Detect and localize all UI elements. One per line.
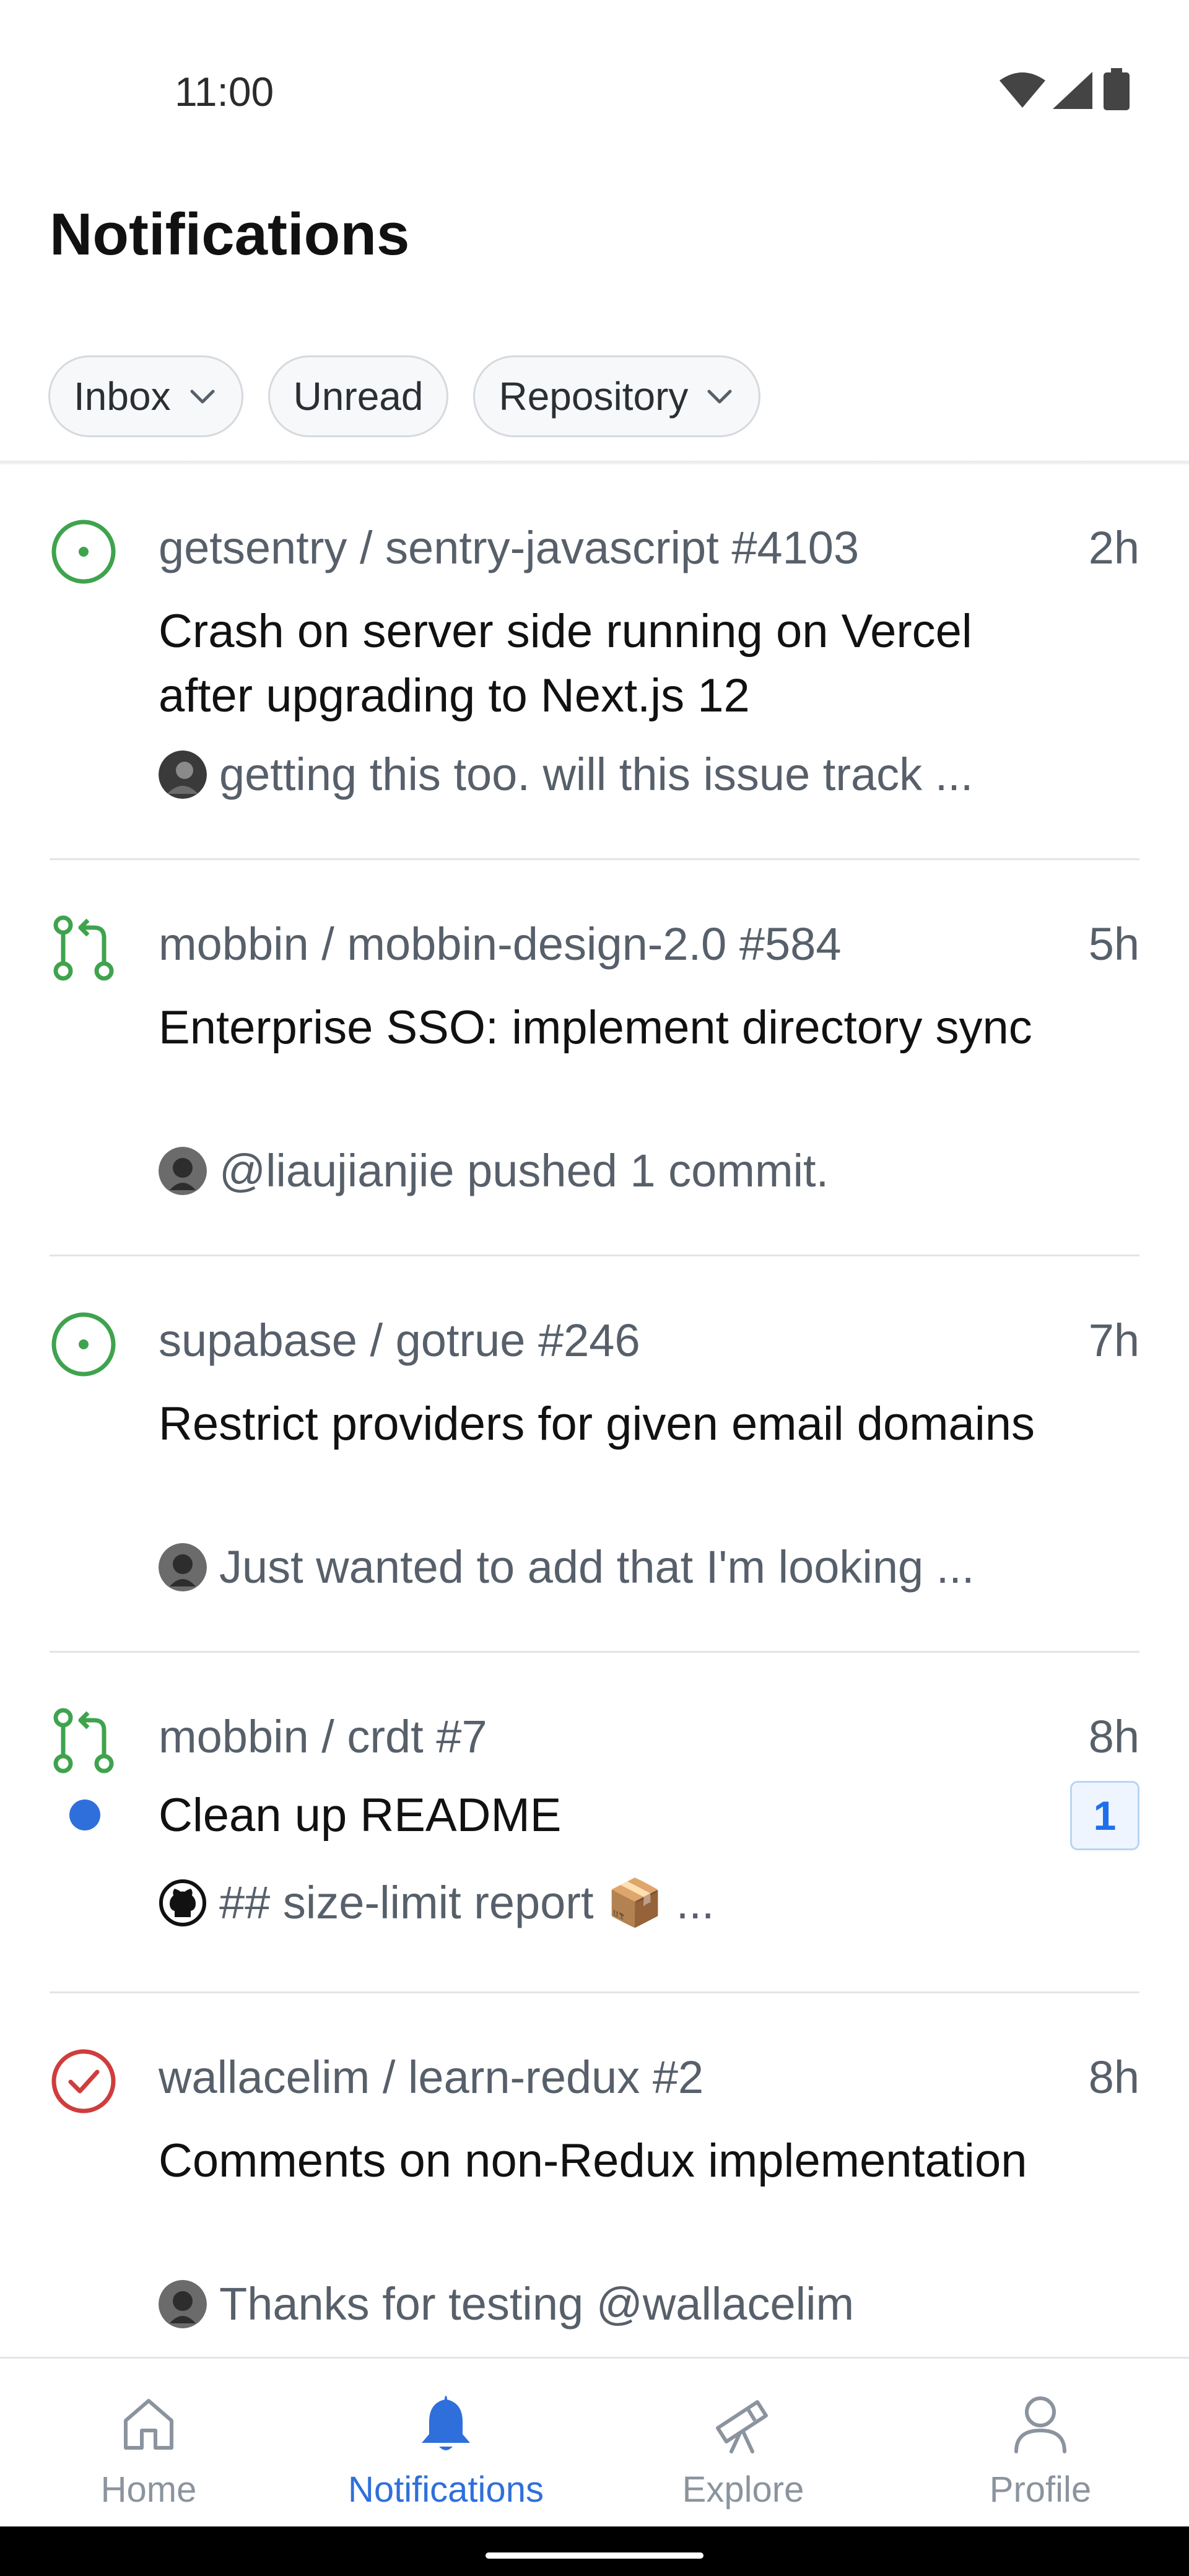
divider xyxy=(50,1651,1139,1653)
notification-preview: @liaujianjie pushed 1 commit. xyxy=(159,1143,829,1199)
notification-item[interactable]: mobbin / crdt #7 8h Clean up README 1 ##… xyxy=(0,1653,1189,1994)
notification-time: 7h xyxy=(1088,1315,1139,1366)
bell-icon xyxy=(422,2396,470,2450)
notification-time: 8h xyxy=(1088,1711,1139,1762)
nav-profile-label: Profile xyxy=(989,2469,1092,2510)
battery-icon xyxy=(1104,68,1130,110)
notification-time: 8h xyxy=(1088,2052,1139,2103)
telescope-icon xyxy=(716,2400,768,2453)
notification-preview-text: ## size-limit report 📦 ... xyxy=(219,1877,715,1928)
issue-closed-icon xyxy=(51,2049,116,2113)
notification-item[interactable]: mobbin / mobbin-design-2.0 #584 5h Enter… xyxy=(0,861,1189,1257)
avatar xyxy=(159,1543,207,1591)
nav-explore-label: Explore xyxy=(682,2469,804,2510)
nav-profile[interactable]: Profile xyxy=(892,2359,1189,2528)
notification-preview-text: Just wanted to add that I'm looking ... xyxy=(219,1541,975,1593)
nav-home-label: Home xyxy=(100,2469,197,2510)
status-bar: 11:00 xyxy=(0,0,1189,149)
nav-explore[interactable]: Explore xyxy=(594,2359,892,2528)
status-time: 11:00 xyxy=(175,69,274,115)
notification-preview: ## size-limit report 📦 ... xyxy=(159,1875,714,1931)
avatar xyxy=(159,1147,207,1195)
bottom-navigation: Home Notifications Explore Profile xyxy=(0,2357,1189,2528)
notification-item[interactable]: getsentry / sentry-javascript #4103 2h C… xyxy=(0,464,1189,861)
pull-request-icon xyxy=(53,1708,114,1773)
filter-inbox-chip[interactable]: Inbox xyxy=(48,355,243,437)
notification-title: Crash on server side running on Vercel a… xyxy=(159,605,972,722)
wifi-icon xyxy=(1000,72,1045,108)
person-icon xyxy=(1014,2396,1066,2453)
divider xyxy=(50,858,1139,860)
filter-repository-chip[interactable]: Repository xyxy=(473,355,761,437)
nav-home[interactable]: Home xyxy=(0,2359,297,2528)
page-title: Notifications xyxy=(50,201,410,268)
home-indicator[interactable] xyxy=(486,2552,703,2559)
avatar xyxy=(159,751,207,799)
filter-repository-label: Repository xyxy=(499,374,689,419)
chevron-down-icon xyxy=(190,389,215,404)
notification-preview: Thanks for testing @wallacelim xyxy=(159,2276,854,2332)
chevron-down-icon xyxy=(707,389,732,404)
issue-open-icon xyxy=(51,520,116,584)
notification-time: 5h xyxy=(1088,918,1139,970)
github-icon xyxy=(159,1879,206,1926)
notification-repo: mobbin / mobbin-design-2.0 #584 xyxy=(159,918,842,970)
home-icon xyxy=(124,2399,173,2450)
notification-preview-text: getting this too. will this issue track … xyxy=(219,749,973,800)
issue-open-icon xyxy=(51,1312,116,1377)
notification-preview: Just wanted to add that I'm looking ... xyxy=(159,1539,974,1595)
notification-preview-text: Thanks for testing @wallacelim xyxy=(219,2278,855,2330)
pull-request-icon xyxy=(53,915,114,981)
status-icons xyxy=(1000,68,1136,111)
filter-unread-chip[interactable]: Unread xyxy=(268,355,449,437)
unread-indicator xyxy=(69,1799,100,1830)
divider xyxy=(50,1255,1139,1256)
notification-title: Enterprise SSO: implement directory sync xyxy=(159,1001,1032,1054)
signal-icon xyxy=(1053,72,1092,109)
notification-title: Restrict providers for given email domai… xyxy=(159,1398,1035,1450)
notification-preview-text: @liaujianjie pushed 1 commit. xyxy=(219,1145,829,1196)
divider xyxy=(50,1991,1139,1993)
notification-item[interactable]: supabase / gotrue #246 7h Restrict provi… xyxy=(0,1257,1189,1653)
system-navigation-bar xyxy=(0,2526,1189,2576)
filter-chips: Inbox Unread Repository xyxy=(48,355,761,440)
notification-repo: supabase / gotrue #246 xyxy=(159,1315,640,1366)
notification-repo: wallacelim / learn-redux #2 xyxy=(159,2052,704,2103)
notification-item[interactable]: wallacelim / learn-redux #2 8h Comments … xyxy=(0,1994,1189,2390)
notification-list: getsentry / sentry-javascript #4103 2h C… xyxy=(0,464,1189,2390)
notification-preview: getting this too. will this issue track … xyxy=(159,747,973,803)
nav-notifications[interactable]: Notifications xyxy=(297,2359,594,2528)
nav-notifications-label: Notifications xyxy=(348,2469,544,2510)
comment-count-badge: 1 xyxy=(1070,1781,1139,1850)
notification-title: Clean up README xyxy=(159,1789,562,1842)
notification-repo: mobbin / crdt #7 xyxy=(159,1711,487,1762)
notification-repo: getsentry / sentry-javascript #4103 xyxy=(159,522,860,573)
filter-unread-label: Unread xyxy=(293,374,424,419)
avatar xyxy=(159,2280,207,2328)
filter-inbox-label: Inbox xyxy=(74,374,171,419)
notification-title: Comments on non-Redux implementation xyxy=(159,2134,1027,2187)
notification-time: 2h xyxy=(1088,522,1139,573)
